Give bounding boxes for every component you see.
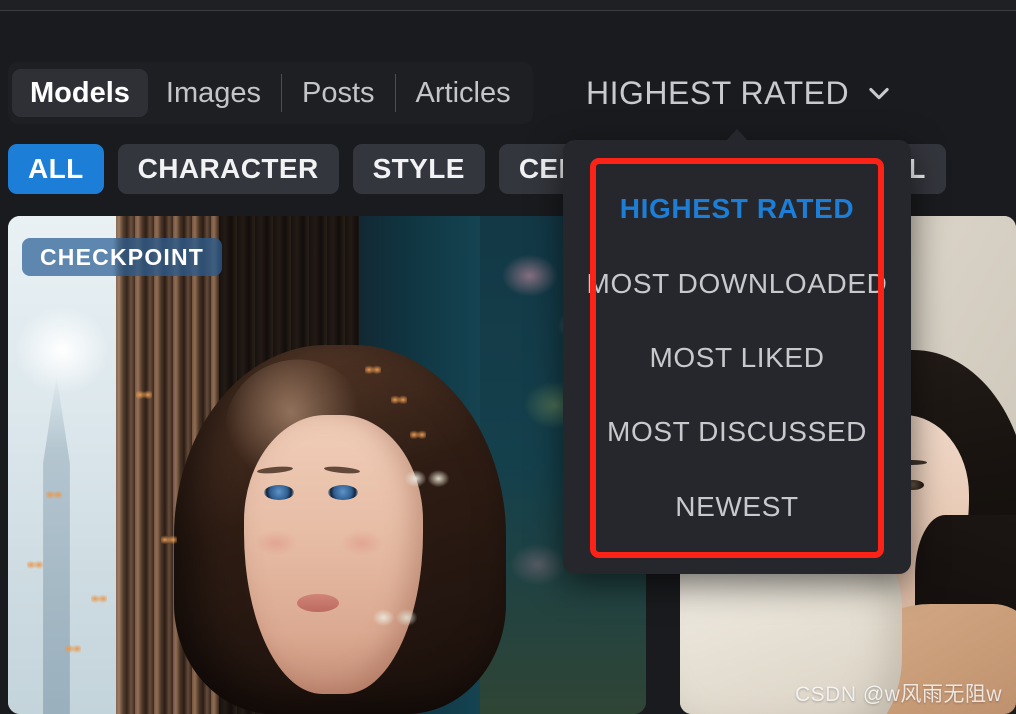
tab-divider: [394, 74, 396, 112]
tabbar-row: Models Images Posts Articles HIGHEST RAT…: [0, 62, 1016, 128]
tab-articles[interactable]: Articles: [398, 69, 529, 117]
sort-option-highest-rated[interactable]: HIGHEST RATED: [563, 180, 911, 238]
chip-character-label: CHARACTER: [137, 153, 319, 184]
sort-option-label: NEWEST: [675, 490, 799, 522]
sort-dropdown-menu: HIGHEST RATED MOST DOWNLOADED MOST LIKED…: [563, 129, 911, 574]
sort-dropdown-trigger[interactable]: HIGHEST RATED: [586, 68, 893, 118]
sort-option-label: MOST DOWNLOADED: [586, 267, 888, 299]
model-preview-image: [8, 216, 646, 714]
sort-option-label: MOST DISCUSSED: [607, 416, 867, 448]
tab-models[interactable]: Models: [12, 69, 148, 117]
tab-posts[interactable]: Posts: [284, 69, 393, 117]
tab-models-label: Models: [30, 76, 130, 109]
chevron-down-icon: [865, 79, 893, 107]
tab-divider: [281, 74, 283, 112]
sort-trigger-label: HIGHEST RATED: [586, 74, 850, 111]
sort-option-label: MOST LIKED: [649, 341, 825, 373]
dropdown-pointer-arrow: [726, 129, 748, 141]
sort-option-most-liked[interactable]: MOST LIKED: [563, 329, 911, 387]
tab-posts-label: Posts: [302, 76, 375, 109]
tab-images[interactable]: Images: [148, 69, 279, 117]
chip-style[interactable]: STYLE: [352, 144, 485, 194]
tab-articles-label: Articles: [415, 76, 511, 109]
model-type-badge-label: CHECKPOINT: [40, 243, 205, 270]
sort-option-list: HIGHEST RATED MOST DOWNLOADED MOST LIKED…: [563, 158, 911, 558]
chip-all[interactable]: ALL: [8, 144, 104, 194]
tab-images-label: Images: [165, 76, 262, 109]
chip-all-label: ALL: [28, 153, 84, 184]
chip-style-label: STYLE: [372, 153, 465, 184]
model-card[interactable]: CHECKPOINT: [8, 216, 646, 714]
model-type-badge: CHECKPOINT: [22, 238, 223, 276]
sort-option-newest[interactable]: NEWEST: [563, 478, 911, 536]
sort-option-most-downloaded[interactable]: MOST DOWNLOADED: [563, 255, 911, 313]
app-root: Models Images Posts Articles HIGHEST RAT…: [0, 0, 1016, 714]
sort-option-label: HIGHEST RATED: [619, 193, 855, 225]
content-type-tabs: Models Images Posts Articles: [8, 62, 533, 124]
sort-option-most-discussed[interactable]: MOST DISCUSSED: [563, 403, 911, 461]
watermark: CSDN @w风雨无阻w: [795, 683, 1002, 706]
chip-character[interactable]: CHARACTER: [117, 144, 339, 194]
top-strip: [0, 0, 1016, 11]
